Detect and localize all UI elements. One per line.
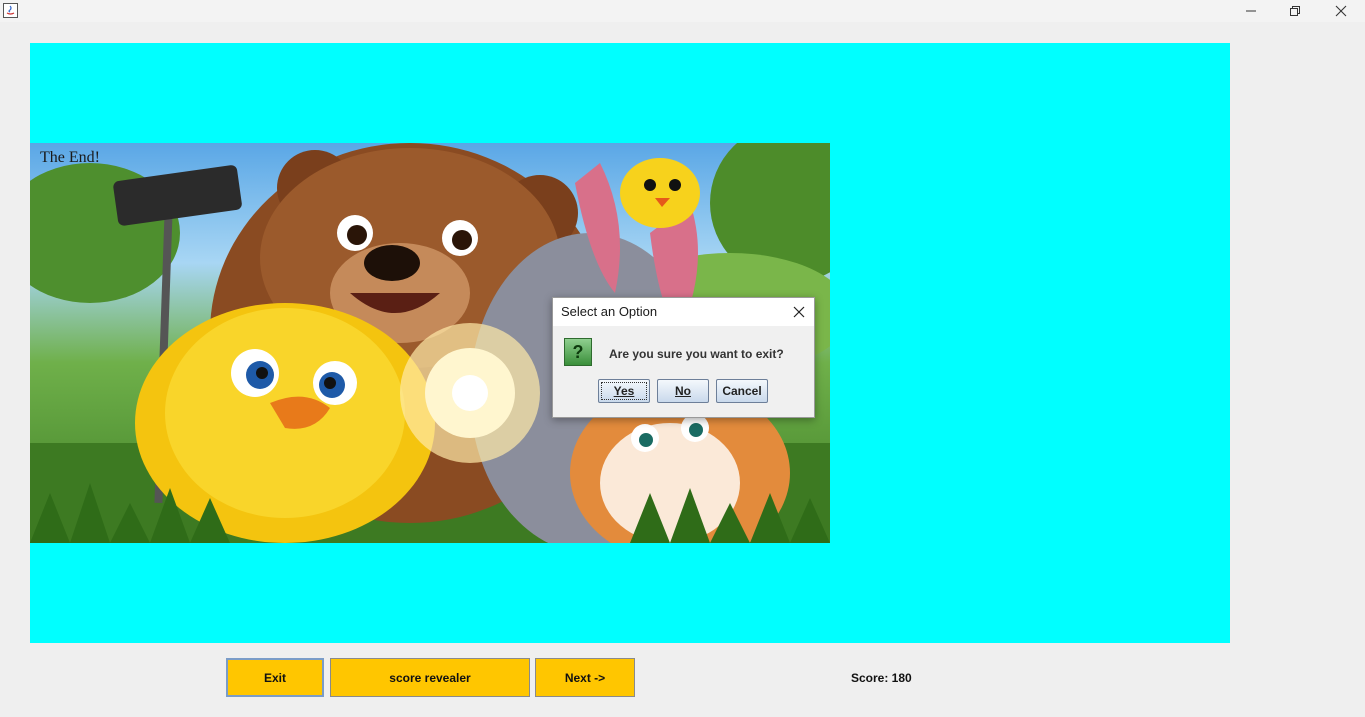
yes-button-label: Yes [613,384,635,398]
java-app-icon [3,3,18,18]
restore-icon[interactable] [1272,0,1318,22]
exit-confirm-dialog: Select an Option ? Are you sure you want… [552,297,815,418]
minimize-icon[interactable] [1228,0,1274,22]
no-button[interactable]: No [657,379,709,403]
dialog-titlebar: Select an Option [553,298,814,326]
cancel-button[interactable]: Cancel [716,379,768,403]
yes-button[interactable]: Yes [598,379,650,403]
exit-button[interactable]: Exit [226,658,324,697]
scene-caption: The End! [40,149,100,166]
no-button-label: No [675,384,691,398]
dialog-close-icon[interactable] [790,303,808,321]
close-icon[interactable] [1318,0,1364,22]
score-revealer-button[interactable]: score revealer [330,658,530,697]
next-button[interactable]: Next -> [535,658,635,697]
score-label: Score: 180 [851,671,912,685]
dialog-message: Are you sure you want to exit? [609,347,784,361]
window-titlebar [0,0,1365,22]
question-icon: ? [564,338,592,366]
cancel-button-label: Cancel [722,384,762,398]
dialog-title: Select an Option [561,304,658,319]
